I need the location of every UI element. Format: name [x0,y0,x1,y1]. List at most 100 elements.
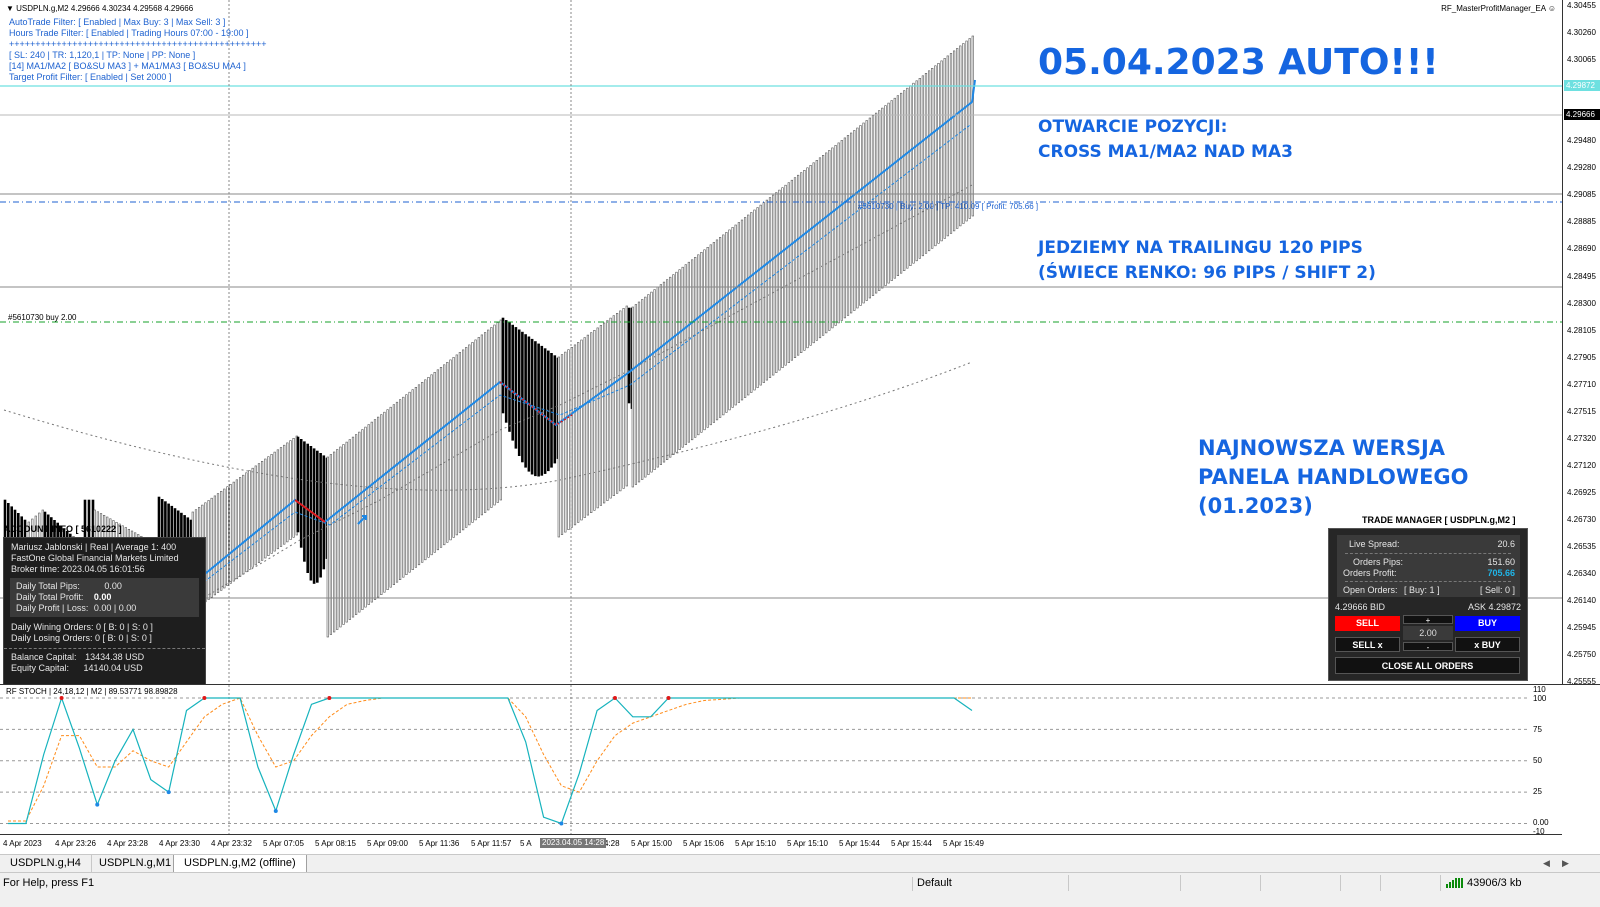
bull-renko-candle [768,197,772,378]
bull-renko-candle [843,137,846,319]
ma3-line [199,184,973,601]
tab-usdpln-m2-offline[interactable]: USDPLN.g,M2 (offline) [173,855,307,873]
bull-renko-candle [615,312,619,494]
bull-renko-candle [398,399,402,581]
bull-renko-candle [647,294,650,475]
bull-renko-candle [427,376,430,558]
sell-button[interactable]: SELL [1335,616,1400,631]
price-axis[interactable]: 4.304554.302604.300654.298704.296754.294… [1562,0,1600,696]
bull-renko-candle [292,437,295,538]
bull-renko-candle [725,232,728,413]
bull-renko-candle [336,449,339,630]
bull-renko-candle [778,189,781,371]
bull-renko-candle [909,85,912,266]
bear-renko-candle [319,452,322,578]
bull-renko-candle [461,349,465,531]
equity-value: 14140.04 USD [83,663,143,673]
bull-renko-candle [279,447,283,547]
bull-renko-candle [596,327,599,509]
bull-renko-candle [656,286,659,468]
bull-renko-candle [862,122,865,304]
bull-renko-candle [887,102,890,284]
daily-profit-label: Daily Total Profit: [16,592,84,602]
lot-plus-button[interactable]: + [1403,615,1453,625]
bull-renko-candle [564,351,567,533]
ea-info-line: Target Profit Filter: [ Enabled | Set 20… [9,72,172,82]
bull-renko-candle [567,349,570,531]
bull-renko-candle [859,125,862,306]
bull-renko-candle [675,271,678,453]
overlay-date-title: 05.04.2023 AUTO!!! [1038,42,1439,83]
mt4-window: ▼ USDPLN.g,M2 4.29666 4.30234 4.29568 4.… [0,0,1600,907]
stoch-top-marker [327,696,332,700]
bull-renko-candle [443,364,446,546]
order-entry-label[interactable]: #5610730 buy 2.00 [8,313,77,322]
tab-usdpln-m1[interactable]: USDPLN.g,M1 [89,855,183,873]
bull-renko-candle [803,170,806,351]
bull-renko-candle [881,107,884,289]
daily-pl-label: Daily Profit | Loss: [16,603,89,613]
tab-scroll-left-icon[interactable]: ◀ [1543,858,1550,869]
bear-renko-candle [511,324,515,441]
bull-renko-candle [762,202,765,383]
bull-renko-candle [849,132,853,314]
bull-renko-candle [245,472,248,573]
stoch-tick-label: 50 [1533,756,1542,765]
price-tick-label: 4.28300 [1567,298,1596,308]
bull-renko-candle [756,207,759,388]
bull-renko-candle [487,329,490,511]
bull-renko-candle [474,339,477,521]
bull-renko-candle [496,322,499,503]
status-traffic: 43906/3 kb [1446,877,1521,889]
bull-renko-candle [449,359,452,541]
bull-renko-candle [781,187,784,368]
connection-bars-icon [1446,878,1463,889]
bull-renko-candle [812,162,815,344]
price-tick-label: 4.27905 [1567,352,1596,362]
ea-info-line: [14] MA1/MA2 [ BO&SU MA3 ] + MA1/MA3 [ B… [9,61,246,71]
bull-renko-candle [257,463,261,563]
bull-renko-candle [373,419,377,600]
bull-renko-candle [681,266,684,448]
bull-renko-candle [599,325,602,506]
tab-usdpln-h4[interactable]: USDPLN.g,H4 [0,855,92,873]
bear-renko-candle [296,436,300,533]
buy-button[interactable]: BUY [1455,616,1520,631]
bull-renko-candle [968,38,971,219]
lot-minus-button[interactable]: - [1403,642,1453,652]
bull-renko-candle [439,366,443,548]
daily-pips-label: Daily Total Pips: [16,581,80,591]
bull-renko-candle [593,329,596,511]
stochastic-panel[interactable] [0,684,1600,835]
bull-renko-candle [395,401,399,583]
status-help-text: For Help, press F1 [3,877,95,889]
bull-renko-candle [329,454,333,635]
time-cursor-label: 2023.04.05 14:28 [540,838,607,848]
collapse-icon[interactable]: ▼ [6,4,16,13]
bull-renko-candle [471,342,474,523]
tab-scroll-right-icon[interactable]: ▶ [1562,858,1569,869]
bull-renko-candle [468,344,471,526]
main-chart-area[interactable]: ▼ USDPLN.g,M2 4.29666 4.30234 4.29568 4.… [0,0,1600,696]
bull-renko-candle [678,269,681,451]
bull-renko-candle [583,337,586,518]
lot-size-input[interactable]: 2.00 [1403,626,1453,640]
bull-renko-candle [286,442,289,543]
smiley-icon: ☺ [1547,4,1556,13]
order-line-label[interactable]: #5610730 | Buy: 2.00 | TP: 410.09 [ Prof… [858,202,1038,211]
ea-info-block: AutoTrade Filter: [ Enabled | Max Buy: 3… [9,17,267,83]
price-tick-label: 4.29280 [1567,163,1596,173]
bear-renko-candle [550,352,553,468]
ea-info-line: Hours Trade Filter: [ Enabled | Trading … [9,28,249,38]
buy-close-button[interactable]: x BUY [1455,637,1520,652]
time-tick-label: 5 Apr 15:10 [787,839,828,848]
bull-renko-candle [703,249,706,431]
bull-renko-candle [722,234,725,416]
bull-renko-candle [283,444,286,545]
close-all-orders-button[interactable]: CLOSE ALL ORDERS [1335,657,1520,674]
sell-close-button[interactable]: SELL x [1335,637,1400,652]
bull-renko-candle [264,458,267,559]
time-axis[interactable]: 4 Apr 2023 4 Apr 23:26 4 Apr 23:28 4 Apr 23… [0,834,1562,854]
time-tick-label: 5 Apr 15:06 [683,839,724,848]
stochastic-canvas[interactable] [0,685,1562,835]
